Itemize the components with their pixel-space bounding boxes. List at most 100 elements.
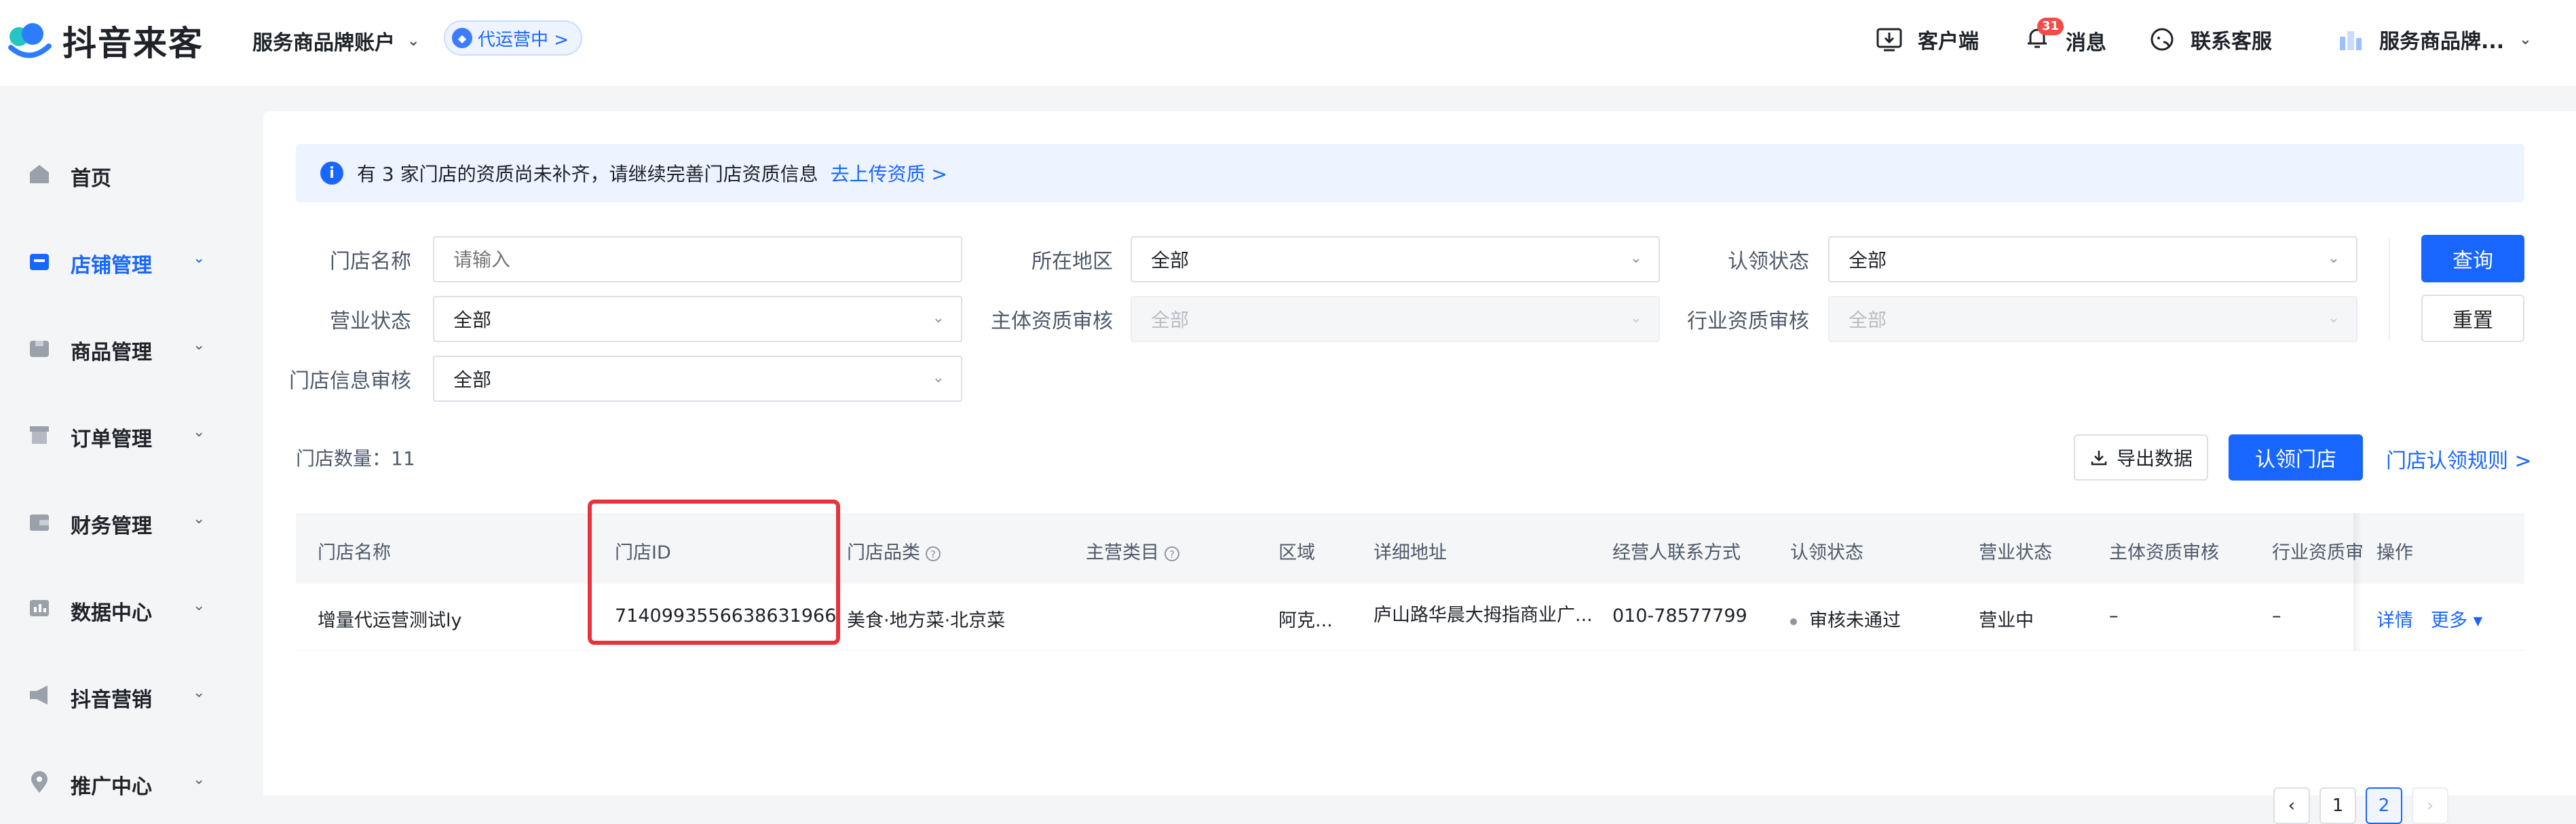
store-icon xyxy=(30,254,49,270)
sidebar-item-label: 推广中心 xyxy=(71,775,152,799)
sidebar-item-label: 商品管理 xyxy=(71,341,152,364)
store-name-label: 门店名称 xyxy=(330,250,411,274)
industry-review-label: 行业资质审核 xyxy=(1687,310,1809,333)
region-value: 全部 xyxy=(1151,249,1190,271)
query-button[interactable]: 查询 xyxy=(2421,235,2524,282)
column-header: 详细地址 xyxy=(1374,542,1447,563)
store-name-cell: 增量代运营测试ly xyxy=(318,610,462,631)
prev-page-button[interactable]: ‹ xyxy=(2273,787,2310,824)
status-dot xyxy=(1790,618,1797,625)
chevron-down-icon: ⌄ xyxy=(193,597,206,614)
brand-logo[interactable]: 抖音来客 xyxy=(5,16,204,65)
subject-review-cell: – xyxy=(2109,605,2119,626)
column-header: 操作 xyxy=(2376,542,2413,563)
chevron-down-icon: ⌄ xyxy=(407,32,420,50)
business-status-value: 全部 xyxy=(453,309,492,331)
column-header: 门店名称 xyxy=(318,542,391,563)
region-select[interactable]: 全部 ⌄ xyxy=(1131,236,1660,282)
main-content: i 有 3 家门店的资质尚未补齐，请继续完善门店资质信息 去上传资质 > 门店名… xyxy=(263,111,2576,824)
client-label: 客户端 xyxy=(1918,30,1979,54)
store-info-review-value: 全部 xyxy=(453,369,492,391)
chevron-down-icon: ⌄ xyxy=(932,310,945,326)
claim-status-text: 审核未通过 xyxy=(1809,610,1901,631)
reset-button[interactable]: 重置 xyxy=(2421,295,2524,342)
export-data-button[interactable]: 导出数据 xyxy=(2074,434,2208,481)
wallet-icon xyxy=(30,514,49,531)
sidebar-item-store[interactable]: 店铺管理 ⌄ xyxy=(0,233,243,288)
claim-rules-link[interactable]: 门店认领规则 > xyxy=(2386,444,2532,474)
sidebar-item-marketing[interactable]: 抖音营销 ⌄ xyxy=(0,668,243,722)
home-icon xyxy=(30,165,49,183)
support-label: 联系客服 xyxy=(2191,30,2272,54)
download-icon xyxy=(2091,451,2107,466)
region-cell: 阿克... xyxy=(1278,610,1333,631)
megaphone-icon xyxy=(30,686,48,705)
chevron-down-icon: ⌄ xyxy=(2519,31,2532,48)
info-icon: i xyxy=(320,162,343,185)
chevron-down-icon: ⌄ xyxy=(193,771,206,788)
sidebar-item-data[interactable]: 数据中心 ⌄ xyxy=(0,581,243,635)
column-header: 区域 xyxy=(1278,542,1315,563)
address-cell: 庐山路华晨大拇指商业广... xyxy=(1374,605,1593,626)
messages-label: 消息 xyxy=(2066,31,2106,55)
account-switcher[interactable]: 服务商品牌账户 ⌄ xyxy=(252,26,419,56)
data-chart-icon xyxy=(30,600,49,616)
page-1-button[interactable]: 1 xyxy=(2319,787,2356,824)
page-2-button[interactable]: 2 xyxy=(2366,787,2402,824)
business-status-select[interactable]: 全部 ⌄ xyxy=(433,296,962,342)
sidebar-item-products[interactable]: 商品管理 ⌄ xyxy=(0,320,243,375)
store-count: 门店数量：11 xyxy=(296,447,415,470)
contact-cell: 010-78577799 xyxy=(1612,605,1747,626)
sidebar-item-label: 订单管理 xyxy=(71,428,152,451)
column-header: 认领状态 xyxy=(1790,542,1863,563)
order-icon xyxy=(30,426,49,444)
store-info-review-label: 门店信息审核 xyxy=(289,369,411,393)
user-name: 服务商品牌... xyxy=(2379,30,2505,54)
chevron-down-icon: ⌄ xyxy=(2327,310,2340,326)
industry-review-value: 全部 xyxy=(1849,309,1887,331)
claim-store-button[interactable]: 认领门店 xyxy=(2229,434,2363,481)
store-name-input[interactable] xyxy=(433,236,962,282)
store-info-review-select[interactable]: 全部 ⌄ xyxy=(433,356,962,402)
location-pin-icon xyxy=(31,771,48,793)
package-icon xyxy=(30,341,49,357)
operation-status-label: 代运营中 > xyxy=(478,29,569,50)
chevron-down-icon: ⌄ xyxy=(193,684,206,701)
messages-button[interactable]: 31 消息 xyxy=(2024,18,2106,57)
business-status-label: 营业状态 xyxy=(330,310,411,333)
upload-qualification-link[interactable]: 去上传资质 > xyxy=(831,160,947,187)
column-header: 营业状态 xyxy=(1979,542,2052,563)
store-category-cell: 美食·地方菜·北京菜 xyxy=(847,610,1006,631)
download-icon xyxy=(1876,28,1902,52)
operation-status-badge[interactable]: ◆ 代运营中 > xyxy=(444,20,583,56)
column-header-label: 门店品类 xyxy=(847,542,920,563)
brand-logo-icon xyxy=(8,23,52,58)
industry-review-select: 全部 ⌄ xyxy=(1828,296,2357,342)
shield-icon: ◆ xyxy=(452,28,472,48)
sidebar-item-promotion[interactable]: 推广中心 ⌄ xyxy=(0,755,243,809)
column-header-label: 主营类目 xyxy=(1086,542,1159,563)
chevron-down-icon: ⌄ xyxy=(1629,310,1642,326)
subject-review-value: 全部 xyxy=(1151,309,1190,331)
message-count-badge: 31 xyxy=(2037,18,2064,35)
column-header: 行业资质审 xyxy=(2272,542,2364,563)
top-bar: 抖音来客 服务商品牌账户 ⌄ ◆ 代运营中 > 客户端 31 消息 联系客服 服… xyxy=(0,0,2576,87)
client-download-button[interactable]: 客户端 xyxy=(1876,24,1979,54)
help-icon[interactable]: ? xyxy=(1164,546,1179,561)
business-status-cell: 营业中 xyxy=(1979,610,2034,631)
sidebar-item-orders[interactable]: 订单管理 ⌄ xyxy=(0,407,243,462)
column-header-main-category: 主营类目? xyxy=(1086,538,1179,564)
sidebar-item-home[interactable]: 首页 xyxy=(0,147,243,201)
next-page-button[interactable]: › xyxy=(2412,787,2448,824)
claim-status-select[interactable]: 全部 ⌄ xyxy=(1828,236,2357,282)
user-menu[interactable]: 服务商品牌... ⌄ xyxy=(2337,24,2532,54)
sidebar-item-label: 抖音营销 xyxy=(71,688,152,712)
support-button[interactable]: 联系客服 xyxy=(2148,24,2272,54)
subject-review-label: 主体资质审核 xyxy=(991,310,1113,333)
chevron-down-icon: ⌄ xyxy=(1629,250,1642,267)
help-icon[interactable]: ? xyxy=(926,546,941,561)
chevron-down-icon: ⌄ xyxy=(193,337,206,354)
detail-link[interactable]: 详情 xyxy=(2376,605,2413,632)
more-actions-dropdown[interactable]: 更多 ▾ xyxy=(2431,605,2482,632)
sidebar-item-finance[interactable]: 财务管理 ⌄ xyxy=(0,494,243,548)
